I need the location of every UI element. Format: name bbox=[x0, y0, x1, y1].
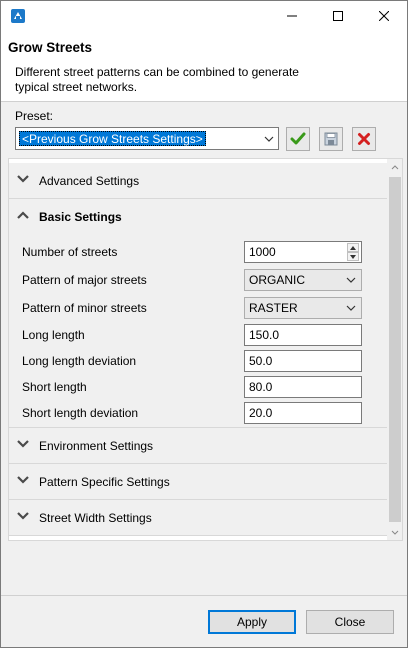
scroll-up-button[interactable] bbox=[387, 159, 402, 175]
long-length-label: Long length bbox=[22, 328, 85, 342]
chevron-down-icon bbox=[17, 476, 29, 484]
long-length-value[interactable]: 150.0 bbox=[249, 328, 279, 342]
close-button[interactable]: Close bbox=[306, 610, 394, 634]
pattern-specific-settings-label: Pattern Specific Settings bbox=[39, 475, 170, 489]
spinner-buttons bbox=[347, 243, 359, 261]
long-length-deviation-label: Long length deviation bbox=[22, 354, 137, 368]
caret-up-icon bbox=[350, 245, 356, 250]
title-bar bbox=[1, 1, 407, 31]
minor-pattern-value[interactable]: RASTER bbox=[249, 301, 298, 315]
chevron-up-icon bbox=[391, 164, 399, 169]
grow-streets-dialog: Grow Streets Different street patterns c… bbox=[0, 0, 408, 648]
chevron-down-icon bbox=[346, 305, 356, 311]
chevron-up-icon bbox=[17, 211, 29, 219]
decrement-button[interactable] bbox=[347, 252, 359, 261]
close-window-button[interactable] bbox=[361, 1, 407, 31]
number-of-streets-label: Number of streets bbox=[22, 245, 118, 259]
advanced-settings-label: Advanced Settings bbox=[39, 174, 140, 188]
short-length-deviation-input[interactable]: 20.0 bbox=[244, 402, 362, 424]
preset-combo[interactable]: <Previous Grow Streets Settings> bbox=[15, 127, 279, 150]
short-length-deviation-label: Short length deviation bbox=[22, 406, 139, 420]
maximize-icon bbox=[333, 11, 343, 21]
scrollbar-thumb[interactable] bbox=[389, 177, 401, 522]
environment-settings-label: Environment Settings bbox=[39, 439, 154, 453]
delete-preset-button[interactable] bbox=[352, 127, 376, 151]
chevron-down-icon bbox=[17, 512, 29, 520]
chevron-down-icon bbox=[346, 277, 356, 283]
footer-divider bbox=[1, 595, 407, 596]
preset-label: Preset: bbox=[15, 109, 54, 123]
short-length-deviation-value[interactable]: 20.0 bbox=[249, 406, 272, 420]
chevron-down-icon[interactable] bbox=[264, 136, 274, 142]
minimize-button[interactable] bbox=[269, 1, 315, 31]
minor-pattern-label: Pattern of minor streets bbox=[22, 301, 147, 315]
checkmark-icon bbox=[290, 132, 306, 145]
street-width-settings-header[interactable]: Street Width Settings bbox=[9, 500, 387, 536]
pattern-specific-settings-header[interactable]: Pattern Specific Settings bbox=[9, 464, 387, 500]
long-length-deviation-value[interactable]: 50.0 bbox=[249, 354, 272, 368]
save-preset-button[interactable] bbox=[319, 127, 343, 151]
caret-down-icon bbox=[350, 254, 356, 259]
minimize-icon bbox=[287, 15, 297, 17]
app-logo-icon bbox=[11, 9, 25, 23]
short-length-input[interactable]: 80.0 bbox=[244, 376, 362, 398]
chevron-down-icon bbox=[17, 175, 29, 183]
scroll-down-button[interactable] bbox=[387, 524, 402, 540]
close-icon bbox=[379, 11, 389, 21]
number-of-streets-spinner[interactable]: 1000 bbox=[244, 241, 362, 263]
settings-scroll-area[interactable]: Advanced Settings Basic Settings Number … bbox=[8, 158, 403, 541]
dialog-header: Grow Streets Different street patterns c… bbox=[1, 31, 407, 101]
maximize-button[interactable] bbox=[315, 1, 361, 31]
major-pattern-label: Pattern of major streets bbox=[22, 273, 147, 287]
chevron-down-icon bbox=[391, 530, 399, 535]
dialog-title: Grow Streets bbox=[8, 40, 93, 55]
dialog-description: Different street patterns can be combine… bbox=[15, 65, 299, 94]
minor-pattern-select[interactable]: RASTER bbox=[244, 297, 362, 319]
advanced-settings-header[interactable]: Advanced Settings bbox=[9, 163, 387, 199]
number-of-streets-value[interactable]: 1000 bbox=[249, 245, 276, 259]
delete-x-icon bbox=[358, 133, 370, 145]
advanced-settings-section: Advanced Settings bbox=[9, 163, 387, 199]
header-divider bbox=[1, 101, 407, 102]
environment-settings-header[interactable]: Environment Settings bbox=[9, 428, 387, 464]
vertical-scrollbar[interactable] bbox=[387, 159, 402, 540]
pattern-specific-settings-section: Pattern Specific Settings bbox=[9, 464, 387, 500]
street-width-settings-section: Street Width Settings bbox=[9, 500, 387, 536]
basic-settings-label: Basic Settings bbox=[39, 210, 122, 224]
basic-settings-header[interactable]: Basic Settings bbox=[9, 199, 387, 235]
basic-settings-section: Basic Settings Number of streets 1000 Pa… bbox=[9, 199, 387, 428]
street-width-settings-label: Street Width Settings bbox=[39, 511, 152, 525]
major-pattern-value[interactable]: ORGANIC bbox=[249, 273, 305, 287]
short-length-value[interactable]: 80.0 bbox=[249, 380, 272, 394]
increment-button[interactable] bbox=[347, 243, 359, 252]
apply-button[interactable]: Apply bbox=[208, 610, 296, 634]
short-length-label: Short length bbox=[22, 380, 87, 394]
apply-preset-button[interactable] bbox=[286, 127, 310, 151]
floppy-disk-icon bbox=[324, 132, 338, 146]
long-length-deviation-input[interactable]: 50.0 bbox=[244, 350, 362, 372]
major-pattern-select[interactable]: ORGANIC bbox=[244, 269, 362, 291]
environment-settings-section: Environment Settings bbox=[9, 428, 387, 464]
long-length-input[interactable]: 150.0 bbox=[244, 324, 362, 346]
chevron-down-icon bbox=[17, 440, 29, 448]
preset-value[interactable]: <Previous Grow Streets Settings> bbox=[19, 131, 206, 146]
